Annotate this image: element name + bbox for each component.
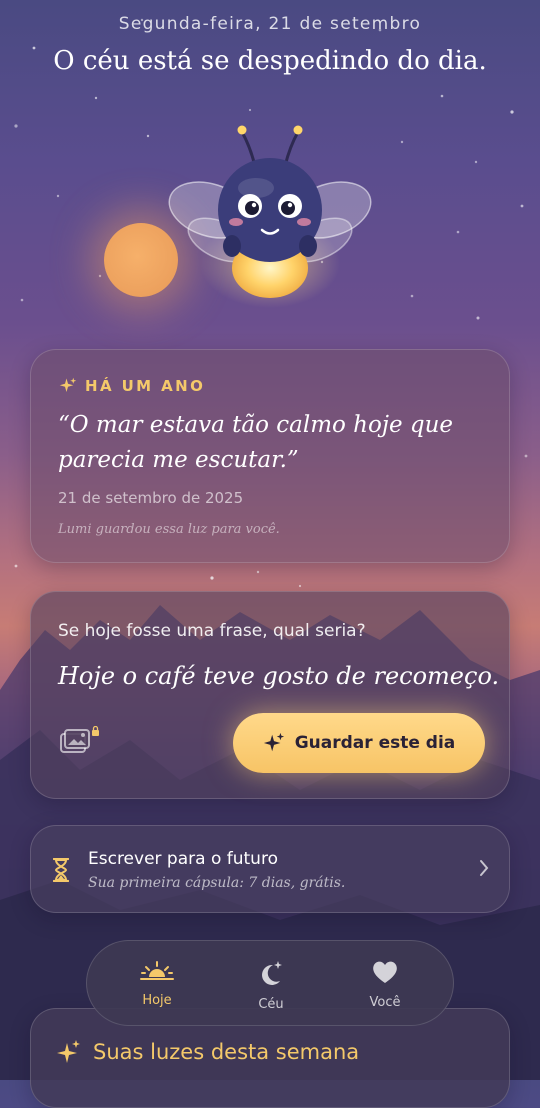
chevron-right-icon [480, 860, 489, 876]
prompt-question: Se hoje fosse uma frase, qual seria? [58, 621, 366, 641]
heart-icon [373, 961, 397, 983]
tab-hoje-label: Hoje [142, 993, 172, 1008]
memory-footnote: Lumi guardou essa luz para você. [58, 522, 280, 537]
future-subtitle: Sua primeira cápsula: 7 dias, grátis. [88, 875, 346, 891]
memory-quote: “O mar estava tão calmo hoje que parecia… [58, 412, 454, 473]
sparkle-icon [57, 1040, 80, 1063]
memory-eyebrow-label: HÁ UM ANO [85, 377, 206, 395]
journal-prompt-card: Se hoje fosse uma frase, qual seria? Hoj… [30, 591, 510, 799]
page-title: O céu está se despedindo do dia. [53, 46, 487, 76]
sparkle-icon [59, 377, 77, 392]
future-title: Escrever para o futuro [88, 849, 278, 869]
weekly-title: Suas luzes desta semana [93, 1040, 360, 1064]
tab-ceu-label: Céu [258, 997, 284, 1012]
bottom-tab-bar: Hoje Céu Você [86, 940, 454, 1026]
hourglass-icon [53, 858, 69, 882]
sunset-icon [140, 961, 174, 980]
tab-hoje[interactable]: Hoje [117, 959, 197, 1008]
photo-locked-icon[interactable] [59, 726, 101, 756]
memory-eyebrow: HÁ UM ANO [59, 377, 205, 395]
save-day-button[interactable]: Guardar este dia [233, 713, 485, 773]
sparkle-icon [263, 732, 284, 752]
tab-ceu[interactable]: Céu [231, 959, 311, 1012]
journal-entry-input[interactable]: Hoje o café teve gosto de recomeço. [58, 662, 499, 690]
tab-voce-label: Você [369, 995, 401, 1010]
memory-date: 21 de setembro de 2025 [58, 489, 244, 507]
save-day-label: Guardar este dia [294, 733, 456, 753]
write-future-card[interactable]: Escrever para o futuro Sua primeira cáps… [30, 825, 510, 913]
memory-card[interactable]: HÁ UM ANO “O mar estava tão calmo hoje q… [30, 349, 510, 563]
date-label: Segunda-feira, 21 de setembro [118, 14, 422, 34]
tab-voce[interactable]: Você [345, 959, 425, 1010]
moon-stars-icon [262, 961, 282, 985]
firefly-mascot-icon[interactable] [160, 118, 380, 308]
